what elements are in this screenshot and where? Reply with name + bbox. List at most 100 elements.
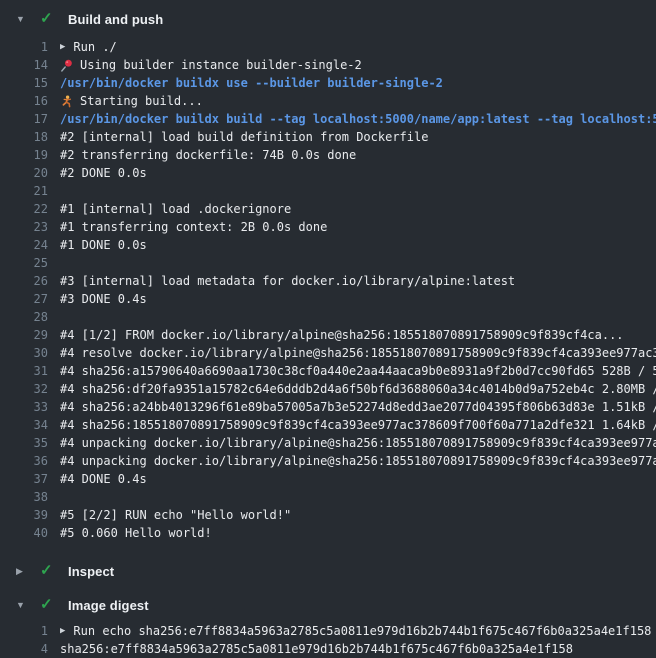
log-text: Starting build... <box>60 92 656 110</box>
log-line: 18 #2 [internal] load build definition fr… <box>0 128 656 146</box>
section-title: Build and push <box>68 12 163 27</box>
collapse-triangle-icon[interactable]: ▶ <box>16 558 32 584</box>
log-lines-build-and-push: 1▶Run ./14Using builder instance builder… <box>0 38 656 542</box>
log-line: 16 Starting build... <box>0 92 656 110</box>
log-text: Using builder instance builder-single-2 <box>60 56 656 74</box>
line-number[interactable]: 24 <box>0 236 48 254</box>
collapse-triangle-icon[interactable]: ▼ <box>16 592 32 618</box>
log-text-value: #1 [internal] load .dockerignore <box>60 200 291 218</box>
log-text-value: /usr/bin/docker buildx build --tag local… <box>60 110 656 128</box>
line-number[interactable]: 38 <box>0 488 48 506</box>
log-text <box>60 488 656 506</box>
line-number[interactable]: 23 <box>0 218 48 236</box>
log-text: #4 sha256:185518070891758909c9f839cf4ca3… <box>60 416 656 434</box>
log-text: #4 sha256:df20fa9351a15782c64e6dddb2d4a6… <box>60 380 656 398</box>
log-text: ▶ Run echo sha256:e7ff8834a5963a2785c5a08… <box>60 622 656 640</box>
section-gap <box>0 584 656 592</box>
line-number[interactable]: 28 <box>0 308 48 326</box>
line-number[interactable]: 39 <box>0 506 48 524</box>
line-number[interactable]: 31 <box>0 362 48 380</box>
log-line: 28 <box>0 308 656 326</box>
log-line: 35 #4 unpacking docker.io/library/alpine@… <box>0 434 656 452</box>
log-text-value: #4 DONE 0.4s <box>60 470 147 488</box>
line-number[interactable]: 4 <box>0 640 48 658</box>
log-text: /usr/bin/docker buildx build --tag local… <box>60 110 656 128</box>
log-line: 15/usr/bin/docker buildx use --builder b… <box>0 74 656 92</box>
section-title: Inspect <box>68 564 114 579</box>
line-number[interactable]: 21 <box>0 182 48 200</box>
log-line: 23 #1 transferring context: 2B 0.0s done <box>0 218 656 236</box>
line-number[interactable]: 14 <box>0 56 48 74</box>
line-number[interactable]: 26 <box>0 272 48 290</box>
line-number[interactable]: 40 <box>0 524 48 542</box>
log-text: /usr/bin/docker buildx use --builder bui… <box>60 74 656 92</box>
log-text <box>60 308 656 326</box>
line-number[interactable]: 17 <box>0 110 48 128</box>
line-number[interactable]: 1 <box>0 622 48 640</box>
log-text-value: Run echo sha256:e7ff8834a5963a2785c5a081… <box>73 622 651 640</box>
log-text: #3 DONE 0.4s <box>60 290 656 308</box>
line-number[interactable]: 25 <box>0 254 48 272</box>
log-line: 32 #4 sha256:df20fa9351a15782c64e6dddb2d4… <box>0 380 656 398</box>
section-gap <box>0 550 656 558</box>
line-number[interactable]: 16 <box>0 92 48 110</box>
log-line: 39 #5 [2/2] RUN echo "Hello world!" <box>0 506 656 524</box>
log-line: 34 #4 sha256:185518070891758909c9f839cf4c… <box>0 416 656 434</box>
section-header-build-and-push[interactable]: ▼ ✓ Build and push <box>0 6 656 32</box>
line-number[interactable]: 35 <box>0 434 48 452</box>
log-line: 20 #2 DONE 0.0s <box>0 164 656 182</box>
line-number[interactable]: 30 <box>0 344 48 362</box>
log-text: #5 0.060 Hello world! <box>60 524 656 542</box>
log-text-value: /usr/bin/docker buildx use --builder bui… <box>60 74 443 92</box>
line-number[interactable]: 33 <box>0 398 48 416</box>
log-text-value: #2 transferring dockerfile: 74B 0.0s don… <box>60 146 356 164</box>
log-line: 4 sha256:e7ff8834a5963a2785c5a0811e979d16… <box>0 640 656 658</box>
line-number[interactable]: 34 <box>0 416 48 434</box>
success-check-icon: ✓ <box>40 6 58 32</box>
log-text: #4 unpacking docker.io/library/alpine@sh… <box>60 434 656 452</box>
log-text: #2 DONE 0.0s <box>60 164 656 182</box>
log-line: 30 #4 resolve docker.io/library/alpine@sh… <box>0 344 656 362</box>
line-number[interactable]: 19 <box>0 146 48 164</box>
line-number[interactable]: 18 <box>0 128 48 146</box>
line-number[interactable]: 29 <box>0 326 48 344</box>
log-text: #3 [internal] load metadata for docker.i… <box>60 272 656 290</box>
log-line: 1▶Run ./ <box>0 38 656 56</box>
log-text-value: #4 resolve docker.io/library/alpine@sha2… <box>60 344 656 362</box>
log-text-value: #3 DONE 0.4s <box>60 290 147 308</box>
log-text-value: #2 [internal] load build definition from… <box>60 128 428 146</box>
line-number[interactable]: 1 <box>0 38 48 56</box>
line-number[interactable]: 32 <box>0 380 48 398</box>
log-text: #2 [internal] load build definition from… <box>60 128 656 146</box>
log-line: 38 <box>0 488 656 506</box>
log-line: 14 Using builder instance builder-single-… <box>0 56 656 74</box>
log-text-value: #1 transferring context: 2B 0.0s done <box>60 218 327 236</box>
actions-log-viewer: ▼ ✓ Build and push 1▶Run ./14Using build… <box>0 0 656 658</box>
log-text: #4 [1/2] FROM docker.io/library/alpine@s… <box>60 326 656 344</box>
line-number[interactable]: 20 <box>0 164 48 182</box>
line-number[interactable]: 27 <box>0 290 48 308</box>
section-header-inspect[interactable]: ▶ ✓ Inspect <box>0 558 656 584</box>
log-text-value: sha256:e7ff8834a5963a2785c5a0811e979d16b… <box>60 640 573 658</box>
log-text: #1 transferring context: 2B 0.0s done <box>60 218 656 236</box>
log-text-value: #4 [1/2] FROM docker.io/library/alpine@s… <box>60 326 624 344</box>
log-text-value: #4 sha256:df20fa9351a15782c64e6dddb2d4a6… <box>60 380 656 398</box>
log-text-value: Starting build... <box>80 92 203 110</box>
line-number[interactable]: 36 <box>0 452 48 470</box>
line-number[interactable]: 37 <box>0 470 48 488</box>
line-number[interactable]: 15 <box>0 74 48 92</box>
log-line: 19 #2 transferring dockerfile: 74B 0.0s d… <box>0 146 656 164</box>
expand-arrow-icon[interactable]: ▶ <box>60 622 65 640</box>
log-text <box>60 254 656 272</box>
section-header-image-digest[interactable]: ▼ ✓ Image digest <box>0 592 656 618</box>
log-text-value: #1 DONE 0.0s <box>60 236 147 254</box>
log-text-value: #5 0.060 Hello world! <box>60 524 212 542</box>
log-lines-image-digest: 1 ▶ Run echo sha256:e7ff8834a5963a2785c5a0… <box>0 622 656 658</box>
log-text-value: #5 [2/2] RUN echo "Hello world!" <box>60 506 291 524</box>
log-line: 21 <box>0 182 656 200</box>
expand-arrow-icon[interactable]: ▶ <box>60 38 65 56</box>
runner-icon <box>60 95 73 108</box>
collapse-triangle-icon[interactable]: ▼ <box>16 6 32 32</box>
line-number[interactable]: 22 <box>0 200 48 218</box>
log-line: 17/usr/bin/docker buildx build --tag loc… <box>0 110 656 128</box>
